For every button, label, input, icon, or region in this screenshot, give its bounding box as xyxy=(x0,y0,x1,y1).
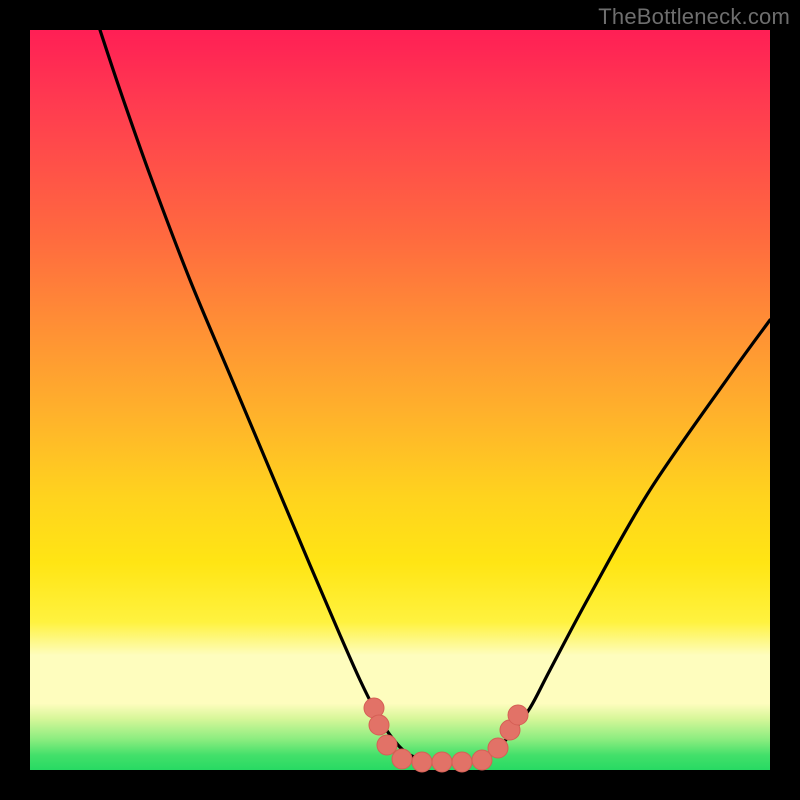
plot-area xyxy=(30,30,770,770)
highlight-nodes xyxy=(364,698,528,772)
highlight-node xyxy=(392,749,412,769)
highlight-node xyxy=(412,752,432,772)
highlight-node xyxy=(508,705,528,725)
chart-frame: TheBottleneck.com xyxy=(0,0,800,800)
highlight-node xyxy=(432,752,452,772)
highlight-node xyxy=(452,752,472,772)
watermark-text: TheBottleneck.com xyxy=(598,4,790,30)
highlight-node xyxy=(377,735,397,755)
curve-layer xyxy=(30,30,770,770)
highlight-node xyxy=(488,738,508,758)
highlight-node xyxy=(369,715,389,735)
bottleneck-curve xyxy=(100,30,770,763)
